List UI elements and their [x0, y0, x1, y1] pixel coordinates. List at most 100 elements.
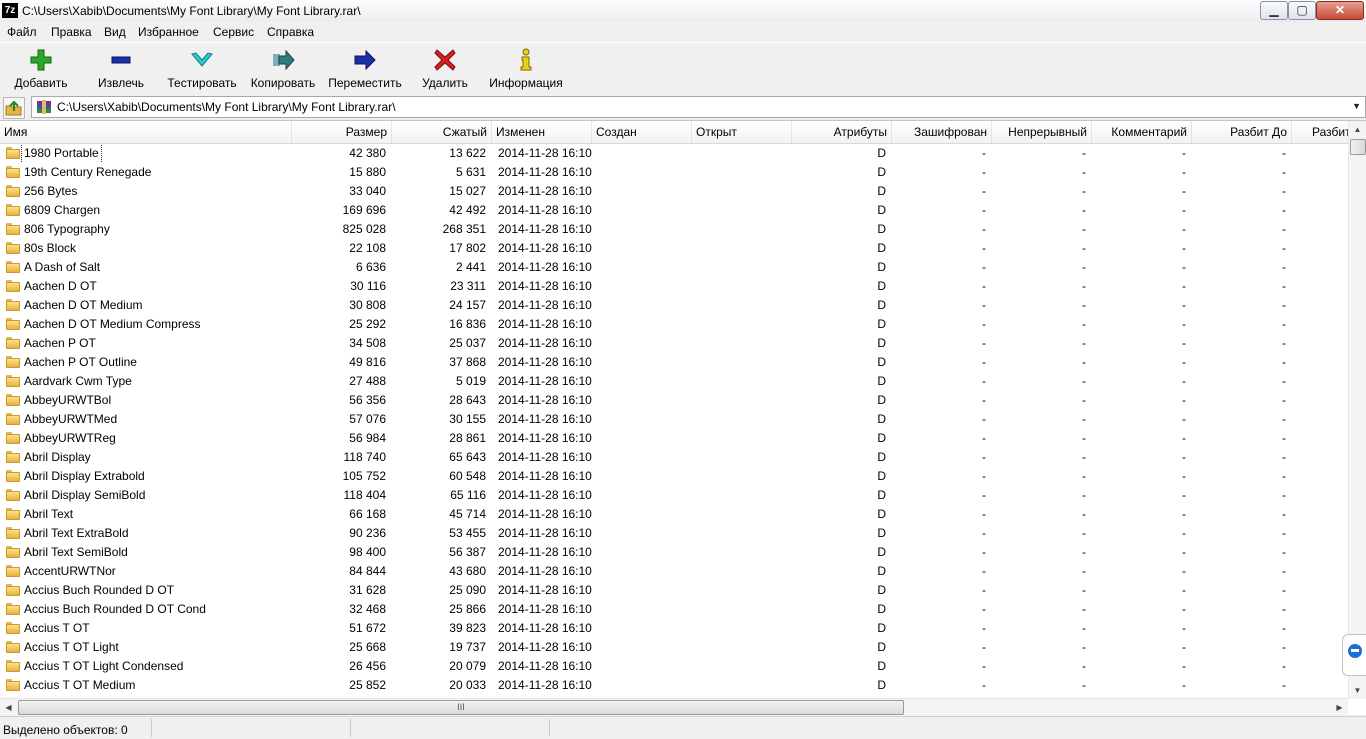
table-row[interactable]: Aachen D OT Medium Compress 25 292 16 836 2… [0, 315, 1348, 334]
table-row[interactable]: Aardvark Cwm Type 27 488 5 019 2014-11-28 1… [0, 372, 1348, 391]
table-row[interactable]: Accius T OT Light Condensed 26 456 20 079 2… [0, 657, 1348, 676]
table-row[interactable]: AbbeyURWTMed 57 076 30 155 2014-11-28 16:10… [0, 410, 1348, 429]
table-row[interactable]: Aachen D OT 30 116 23 311 2014-11-28 16:10 D… [0, 277, 1348, 296]
table-row[interactable]: Abril Text ExtraBold 90 236 53 455 2014-11-… [0, 524, 1348, 543]
menu-edit[interactable]: Правка [51, 25, 92, 39]
teamviewer-side-widget[interactable] [1342, 634, 1366, 676]
vertical-scrollbar[interactable]: ▲ ▼ [1348, 121, 1366, 699]
scroll-left-arrow-icon[interactable]: ◀ [0, 699, 17, 716]
column-header-created[interactable]: Создан [592, 121, 692, 143]
table-row[interactable]: Aachen D OT Medium 30 808 24 157 2014-11-28… [0, 296, 1348, 315]
extract-button[interactable]: Извлечь [90, 46, 152, 92]
table-row[interactable]: 256 Bytes 33 040 15 027 2014-11-28 16:10 D - -… [0, 182, 1348, 201]
scroll-right-arrow-icon[interactable]: ▶ [1331, 699, 1348, 716]
teamviewer-icon [1348, 644, 1362, 658]
cell-packed: 25 090 [449, 583, 486, 597]
minimize-button[interactable]: ▁ [1260, 1, 1288, 20]
cell-packed: 19 737 [449, 640, 486, 654]
table-row[interactable]: Accius T OT 51 672 39 823 2014-11-28 16:10 D… [0, 619, 1348, 638]
cell-comment: - [1182, 640, 1186, 654]
vertical-scroll-thumb[interactable] [1350, 139, 1366, 155]
cell-name: 6809 Chargen [0, 201, 292, 220]
folder-icon [6, 546, 20, 558]
cell-solid: - [1082, 412, 1086, 426]
table-row[interactable]: Accius Buch Rounded D OT Cond 32 468 25 86… [0, 600, 1348, 619]
menu-tools[interactable]: Сервис [213, 25, 254, 39]
cell-comment: - [1182, 602, 1186, 616]
table-row[interactable]: Aachen P OT 34 508 25 037 2014-11-28 16:10 D… [0, 334, 1348, 353]
column-header-packed[interactable]: Сжатый [392, 121, 492, 143]
table-row[interactable]: AbbeyURWTReg 56 984 28 861 2014-11-28 16:10… [0, 429, 1348, 448]
test-button[interactable]: Тестировать [166, 46, 238, 92]
cell-split-before: - [1282, 545, 1286, 559]
add-button[interactable]: Добавить [8, 46, 74, 92]
menu-favorites[interactable]: Избранное [138, 25, 199, 39]
column-header-split-before[interactable]: Разбит До [1192, 121, 1292, 143]
column-header-comment[interactable]: Комментарий [1092, 121, 1192, 143]
cell-name: 256 Bytes [0, 182, 292, 201]
scroll-up-arrow-icon[interactable]: ▲ [1349, 121, 1366, 138]
table-row[interactable]: 1980 Portable 42 380 13 622 2014-11-28 16:1… [0, 144, 1348, 163]
cell-size: 22 108 [349, 241, 386, 255]
table-row[interactable]: 6809 Chargen 169 696 42 492 2014-11-28 16:1… [0, 201, 1348, 220]
table-row[interactable]: AccentURWTNor 84 844 43 680 2014-11-28 16:1… [0, 562, 1348, 581]
move-button[interactable]: Переместить [326, 46, 404, 92]
delete-button[interactable]: Удалить [420, 46, 470, 92]
cell-comment: - [1182, 507, 1186, 521]
cell-comment: - [1182, 374, 1186, 388]
cell-size: 51 672 [349, 621, 386, 635]
column-header-split-after[interactable]: Разбит [1292, 121, 1348, 143]
cell-attributes: D [877, 583, 886, 597]
cell-encrypted: - [982, 488, 986, 502]
cell-encrypted: - [982, 450, 986, 464]
copy-button[interactable]: Копировать [248, 46, 318, 92]
column-header-solid[interactable]: Непрерывный [992, 121, 1092, 143]
table-row[interactable]: Accius T OT Light 25 668 19 737 2014-11-28 … [0, 638, 1348, 657]
table-row[interactable]: Abril Display 118 740 65 643 2014-11-28 16:… [0, 448, 1348, 467]
menu-help[interactable]: Справка [267, 25, 314, 39]
cell-solid: - [1082, 659, 1086, 673]
cell-encrypted: - [982, 260, 986, 274]
menu-file[interactable]: Файл [7, 25, 37, 39]
path-combobox[interactable]: C:\Users\Xabib\Documents\My Font Library… [31, 96, 1366, 118]
table-row[interactable]: A Dash of Salt 6 636 2 441 2014-11-28 16:10… [0, 258, 1348, 277]
table-row[interactable]: Abril Text SemiBold 98 400 56 387 2014-11-2… [0, 543, 1348, 562]
column-header-name[interactable]: Имя [0, 121, 292, 143]
column-header-modified[interactable]: Изменен [492, 121, 592, 143]
column-header-size[interactable]: Размер [292, 121, 392, 143]
table-row[interactable]: AbbeyURWTBol 56 356 28 643 2014-11-28 16:10… [0, 391, 1348, 410]
column-header-encrypted[interactable]: Зашифрован [892, 121, 992, 143]
table-row[interactable]: 806 Typography 825 028 268 351 2014-11-28 1… [0, 220, 1348, 239]
close-button[interactable]: ✕ [1316, 1, 1364, 20]
column-header-accessed[interactable]: Открыт [692, 121, 792, 143]
info-button[interactable]: Информация [486, 46, 566, 92]
table-row[interactable]: Abril Display Extrabold 105 752 60 548 2014… [0, 467, 1348, 486]
cell-size: 30 808 [349, 298, 386, 312]
cell-split-before: - [1282, 659, 1286, 673]
cell-size: 118 740 [343, 450, 387, 464]
up-folder-button[interactable] [3, 97, 25, 119]
table-row[interactable]: 80s Block 22 108 17 802 2014-11-28 16:10 D - -… [0, 239, 1348, 258]
table-row[interactable]: Aachen P OT Outline 49 816 37 868 2014-11-2… [0, 353, 1348, 372]
folder-icon [6, 204, 20, 216]
table-row[interactable]: Accius Buch Rounded D OT 31 628 25 090 2014… [0, 581, 1348, 600]
table-row[interactable]: Abril Text 66 168 45 714 2014-11-28 16:10 D -… [0, 505, 1348, 524]
horizontal-scroll-thumb[interactable]: III [18, 700, 904, 715]
menu-view[interactable]: Вид [104, 25, 126, 39]
cell-split-before: - [1282, 317, 1286, 331]
table-row[interactable]: Accius T OT Medium 25 852 20 033 2014-11-28… [0, 676, 1348, 695]
status-selected-text: Выделено объектов: 0 [3, 723, 128, 737]
cell-attributes: D [877, 602, 886, 616]
cell-split-before: - [1282, 564, 1286, 578]
cell-comment: - [1182, 621, 1186, 635]
folder-icon [6, 584, 20, 596]
table-row[interactable]: 19th Century Renegade 15 880 5 631 2014-11-… [0, 163, 1348, 182]
table-row[interactable]: Abril Display SemiBold 118 404 65 116 2014-… [0, 486, 1348, 505]
cell-modified: 2014-11-28 16:10 [498, 526, 592, 540]
toolbar: Добавить Извлечь Тестировать Копировать … [0, 42, 1366, 95]
column-header-attributes[interactable]: Атрибуты [792, 121, 892, 143]
chevron-down-icon[interactable]: ▼ [1352, 101, 1361, 111]
horizontal-scrollbar[interactable]: ◀ III ▶ [0, 698, 1348, 716]
maximize-button[interactable]: ▢ [1288, 1, 1316, 20]
scroll-down-arrow-icon[interactable]: ▼ [1349, 682, 1366, 699]
